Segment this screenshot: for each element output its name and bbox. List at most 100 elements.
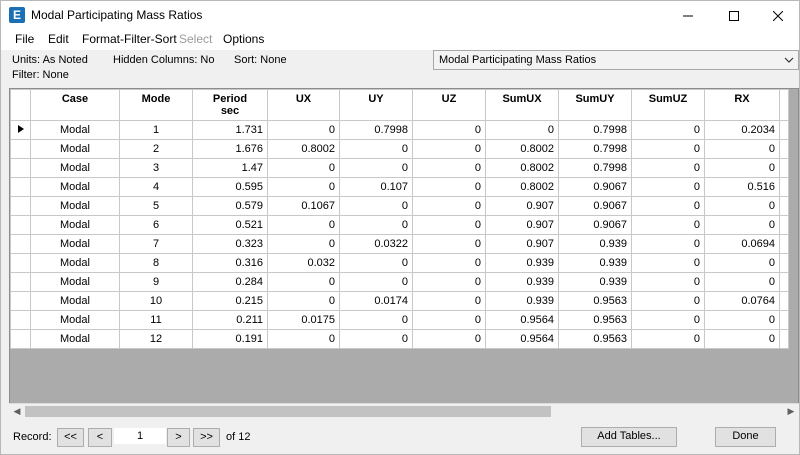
cell-uy[interactable]: 0.107 (339, 177, 413, 197)
cell-uy[interactable]: 0 (339, 329, 413, 349)
table-row[interactable]: Modal 9 0.284 0 0 0 0.939 0.939 0 0 (10, 272, 789, 292)
minimize-button[interactable] (665, 1, 711, 30)
cell-case[interactable]: Modal (30, 120, 120, 140)
menu-edit[interactable]: Edit (48, 32, 69, 46)
cell-period[interactable]: 0.579 (192, 196, 268, 216)
cell-rx[interactable]: 0 (704, 329, 780, 349)
cell-sumuz[interactable]: 0 (631, 234, 705, 254)
cell-sumux[interactable]: 0.907 (485, 234, 559, 254)
cell-sumuy[interactable]: 0.9563 (558, 310, 632, 330)
scroll-right-icon[interactable]: ▶ (783, 404, 799, 419)
cell-ux[interactable]: 0 (267, 329, 340, 349)
cell-sumuy[interactable]: 0.939 (558, 234, 632, 254)
cell-ux[interactable]: 0 (267, 120, 340, 140)
cell-uz[interactable]: 0 (412, 329, 486, 349)
cell-next[interactable] (779, 158, 789, 178)
row-selector[interactable] (10, 215, 31, 235)
table-row[interactable]: Modal 7 0.323 0 0.0322 0 0.907 0.939 0 0.0694 (10, 234, 789, 254)
cell-ux[interactable]: 0 (267, 291, 340, 311)
cell-period[interactable]: 0.323 (192, 234, 268, 254)
cell-sumux[interactable]: 0.9564 (485, 310, 559, 330)
row-selector[interactable] (10, 329, 31, 349)
cell-rx[interactable]: 0.0694 (704, 234, 780, 254)
row-selector[interactable] (10, 310, 31, 330)
cell-rx[interactable]: 0.0764 (704, 291, 780, 311)
cell-uy[interactable]: 0 (339, 215, 413, 235)
cell-sumuy[interactable]: 0.939 (558, 272, 632, 292)
column-header-sumuz[interactable]: SumUZ (631, 89, 705, 121)
cell-mode[interactable]: 10 (119, 291, 193, 311)
menu-options[interactable]: Options (223, 32, 264, 46)
cell-next[interactable] (779, 120, 789, 140)
cell-case[interactable]: Modal (30, 196, 120, 216)
done-button[interactable]: Done (715, 427, 776, 447)
cell-next[interactable] (779, 310, 789, 330)
cell-uz[interactable]: 0 (412, 215, 486, 235)
cell-mode[interactable]: 9 (119, 272, 193, 292)
column-header-sumuy[interactable]: SumUY (558, 89, 632, 121)
cell-uz[interactable]: 0 (412, 158, 486, 178)
table-row[interactable]: Modal 3 1.47 0 0 0 0.8002 0.7998 0 0 (10, 158, 789, 178)
cell-period[interactable]: 1.676 (192, 139, 268, 159)
cell-sumux[interactable]: 0.8002 (485, 158, 559, 178)
add-tables-button[interactable]: Add Tables... (581, 427, 677, 447)
maximize-button[interactable] (711, 1, 757, 30)
cell-sumuz[interactable]: 0 (631, 120, 705, 140)
cell-sumuy[interactable]: 0.9067 (558, 196, 632, 216)
cell-ux[interactable]: 0 (267, 272, 340, 292)
row-selector[interactable] (10, 196, 31, 216)
cell-mode[interactable]: 4 (119, 177, 193, 197)
cell-case[interactable]: Modal (30, 234, 120, 254)
scroll-left-icon[interactable]: ◀ (9, 404, 25, 419)
cell-sumuy[interactable]: 0.7998 (558, 158, 632, 178)
cell-ux[interactable]: 0.8002 (267, 139, 340, 159)
cell-next[interactable] (779, 139, 789, 159)
row-selector[interactable] (10, 272, 31, 292)
record-number-input[interactable]: 1 (114, 428, 166, 444)
table-row[interactable]: Modal 5 0.579 0.1067 0 0 0.907 0.9067 0 0 (10, 196, 789, 216)
row-selector[interactable] (10, 177, 31, 197)
row-selector[interactable] (10, 139, 31, 159)
scrollbar-thumb[interactable] (25, 406, 551, 417)
cell-sumuz[interactable]: 0 (631, 177, 705, 197)
cell-sumuz[interactable]: 0 (631, 215, 705, 235)
cell-case[interactable]: Modal (30, 310, 120, 330)
table-row[interactable]: Modal 2 1.676 0.8002 0 0 0.8002 0.7998 0 0 (10, 139, 789, 159)
cell-case[interactable]: Modal (30, 272, 120, 292)
next-record-button[interactable]: > (167, 428, 190, 447)
cell-sumuy[interactable]: 0.9563 (558, 329, 632, 349)
row-selector[interactable] (10, 120, 31, 140)
cell-uz[interactable]: 0 (412, 291, 486, 311)
cell-sumuy[interactable]: 0.7998 (558, 120, 632, 140)
cell-sumuy[interactable]: 0.9067 (558, 177, 632, 197)
table-row[interactable]: Modal 11 0.211 0.0175 0 0 0.9564 0.9563 0 0 (10, 310, 789, 330)
cell-case[interactable]: Modal (30, 215, 120, 235)
menu-format-filter-sort[interactable]: Format-Filter-Sort (82, 32, 177, 46)
cell-period[interactable]: 0.521 (192, 215, 268, 235)
cell-sumuy[interactable]: 0.9563 (558, 291, 632, 311)
cell-next[interactable] (779, 253, 789, 273)
cell-ux[interactable]: 0 (267, 177, 340, 197)
cell-sumux[interactable]: 0.939 (485, 291, 559, 311)
cell-period[interactable]: 0.284 (192, 272, 268, 292)
column-header-next[interactable] (779, 89, 789, 121)
cell-uy[interactable]: 0 (339, 139, 413, 159)
cell-case[interactable]: Modal (30, 253, 120, 273)
row-selector[interactable] (10, 158, 31, 178)
cell-mode[interactable]: 6 (119, 215, 193, 235)
cell-period[interactable]: 0.191 (192, 329, 268, 349)
cell-sumux[interactable]: 0 (485, 120, 559, 140)
cell-sumux[interactable]: 0.939 (485, 272, 559, 292)
cell-next[interactable] (779, 234, 789, 254)
column-header-period[interactable]: Period sec (192, 89, 268, 121)
cell-rx[interactable]: 0.2034 (704, 120, 780, 140)
cell-sumuz[interactable]: 0 (631, 196, 705, 216)
cell-uz[interactable]: 0 (412, 272, 486, 292)
cell-uy[interactable]: 0 (339, 272, 413, 292)
menu-file[interactable]: File (15, 32, 34, 46)
cell-sumux[interactable]: 0.907 (485, 215, 559, 235)
table-selector-dropdown[interactable]: Modal Participating Mass Ratios (433, 50, 799, 70)
cell-next[interactable] (779, 196, 789, 216)
cell-ux[interactable]: 0.0175 (267, 310, 340, 330)
cell-sumuy[interactable]: 0.9067 (558, 215, 632, 235)
